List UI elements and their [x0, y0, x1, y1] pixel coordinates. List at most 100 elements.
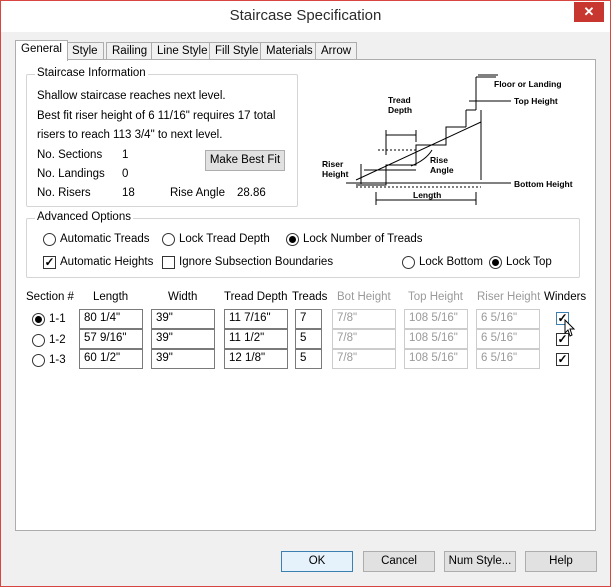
- tab-style[interactable]: Style: [66, 42, 104, 60]
- landings-value: 0: [122, 168, 129, 180]
- tread-depth-field[interactable]: 11 7/16": [224, 309, 288, 329]
- length-field[interactable]: 60 1/2": [79, 349, 143, 369]
- tab-fill-style[interactable]: Fill Style: [209, 42, 265, 60]
- tab-arrow[interactable]: Arrow: [315, 42, 358, 60]
- section-radio-1-3[interactable]: [32, 354, 45, 367]
- lock-number-of-treads-label[interactable]: Lock Number of Treads: [303, 233, 423, 245]
- lock-tread-depth-radio[interactable]: [162, 233, 175, 246]
- lock-bottom-radio[interactable]: [402, 256, 415, 269]
- title-bar: Staircase Specification ✕: [1, 1, 610, 32]
- dialog-button-bar: OK Cancel Num Style... Help: [1, 541, 610, 586]
- lock-number-of-treads-radio[interactable]: [286, 233, 299, 246]
- riser-height-field: 6 5/16": [476, 309, 540, 329]
- group-title: Staircase Information: [35, 67, 148, 79]
- riser-height-label-2: Height: [322, 169, 349, 179]
- section-label: 1-2: [49, 334, 66, 346]
- stringer: [355, 121, 482, 181]
- section-label: 1-3: [49, 354, 66, 366]
- general-panel: Staircase Information Shallow staircase …: [15, 59, 596, 531]
- rise-angle-label: Rise Angle: [170, 187, 225, 199]
- angle-arc: [410, 149, 433, 167]
- winders-checkbox[interactable]: ✓: [556, 353, 569, 366]
- staircase-info-group: Staircase Information Shallow staircase …: [26, 67, 298, 207]
- risers-label: No. Risers: [37, 187, 91, 199]
- sections-value: 1: [122, 149, 129, 161]
- tab-general[interactable]: General: [15, 40, 68, 61]
- tab-line-style[interactable]: Line Style: [151, 42, 214, 60]
- lock-tread-depth-label[interactable]: Lock Tread Depth: [179, 233, 270, 245]
- length-field[interactable]: 80 1/4": [79, 309, 143, 329]
- stair-profile: [356, 126, 466, 186]
- header-length: Length: [93, 291, 129, 303]
- automatic-treads-radio[interactable]: [43, 233, 56, 246]
- treads-field[interactable]: 5: [295, 349, 322, 369]
- floor-or-landing-label: Floor or Landing: [494, 79, 562, 89]
- section-radio-1-2[interactable]: [32, 334, 45, 347]
- section-radio-1-1[interactable]: [32, 313, 45, 326]
- automatic-heights-checkbox[interactable]: ✓: [43, 256, 56, 269]
- stair-diagram: Floor or Landing Tread Depth Top Height …: [322, 74, 573, 205]
- header-width: Width: [168, 291, 198, 303]
- landings-label: No. Landings: [37, 168, 105, 180]
- window-title: Staircase Specification: [229, 7, 382, 24]
- info-line-2: Best fit riser height of 6 11/16" requir…: [37, 110, 276, 122]
- bot-height-field: 7/8": [332, 329, 396, 349]
- treads-field[interactable]: 7: [295, 309, 322, 329]
- header-top-height: Top Height: [408, 291, 463, 303]
- lock-top-radio[interactable]: [489, 256, 502, 269]
- length-field[interactable]: 57 9/16": [79, 329, 143, 349]
- ignore-subsection-label[interactable]: Ignore Subsection Boundaries: [179, 256, 333, 268]
- info-line-1: Shallow staircase reaches next level.: [37, 90, 226, 102]
- riser-height-label-1: Riser: [322, 159, 344, 169]
- sections-label: No. Sections: [37, 149, 103, 161]
- tread-depth-label-2: Depth: [388, 105, 412, 115]
- lock-top-label[interactable]: Lock Top: [506, 256, 552, 268]
- help-button[interactable]: Help: [525, 551, 597, 572]
- riser-height-field: 6 5/16": [476, 329, 540, 349]
- length-label: Length: [413, 190, 441, 200]
- header-section: Section #: [26, 291, 74, 303]
- mouse-cursor-icon: [564, 319, 576, 337]
- group-title: Advanced Options: [35, 211, 133, 223]
- staircase-dialog: Staircase Specification ✕ General Style …: [0, 0, 611, 587]
- tab-materials[interactable]: Materials: [260, 42, 319, 60]
- automatic-treads-label[interactable]: Automatic Treads: [60, 233, 149, 245]
- bot-height-field: 7/8": [332, 349, 396, 369]
- automatic-heights-label[interactable]: Automatic Heights: [60, 256, 153, 268]
- info-line-3: risers to reach 113 3/4" to next level.: [37, 129, 223, 141]
- bot-height-field: 7/8": [332, 309, 396, 329]
- rise-angle-label-1: Rise: [430, 155, 448, 165]
- ok-button[interactable]: OK: [281, 551, 353, 572]
- top-height-field: 108 5/16": [404, 309, 468, 329]
- cancel-button[interactable]: Cancel: [363, 551, 435, 572]
- top-height-field: 108 5/16": [404, 329, 468, 349]
- make-best-fit-button[interactable]: Make Best Fit: [205, 150, 285, 171]
- ignore-subsection-checkbox[interactable]: [162, 256, 175, 269]
- close-button[interactable]: ✕: [574, 2, 604, 22]
- width-field[interactable]: 39": [151, 309, 215, 329]
- width-field[interactable]: 39": [151, 329, 215, 349]
- rise-angle-label-2: Angle: [430, 165, 454, 175]
- tread-depth-label-1: Tread: [388, 95, 411, 105]
- risers-value: 18: [122, 187, 135, 199]
- treads-field[interactable]: 5: [295, 329, 322, 349]
- section-label: 1-1: [49, 313, 66, 325]
- header-winders: Winders: [544, 291, 587, 303]
- num-style-button[interactable]: Num Style...: [444, 551, 516, 572]
- header-treads: Treads: [292, 291, 328, 303]
- width-field[interactable]: 39": [151, 349, 215, 369]
- stair-lines: [346, 74, 511, 205]
- header-bot-height: Bot Height: [337, 291, 391, 303]
- tread-depth-field[interactable]: 12 1/8": [224, 349, 288, 369]
- top-height-field: 108 5/16": [404, 349, 468, 369]
- rise-angle-value: 28.86: [237, 187, 266, 199]
- header-tread-depth: Tread Depth: [224, 291, 288, 303]
- lock-bottom-label[interactable]: Lock Bottom: [419, 256, 483, 268]
- riser-height-field: 6 5/16": [476, 349, 540, 369]
- header-riser-height: Riser Height: [477, 291, 541, 303]
- tread-depth-field[interactable]: 11 1/2": [224, 329, 288, 349]
- bottom-height-label: Bottom Height: [514, 179, 573, 189]
- tab-railing[interactable]: Railing: [106, 42, 154, 60]
- advanced-options-group: Advanced Options Automatic Treads Lock T…: [26, 211, 580, 278]
- top-height-label: Top Height: [514, 96, 558, 106]
